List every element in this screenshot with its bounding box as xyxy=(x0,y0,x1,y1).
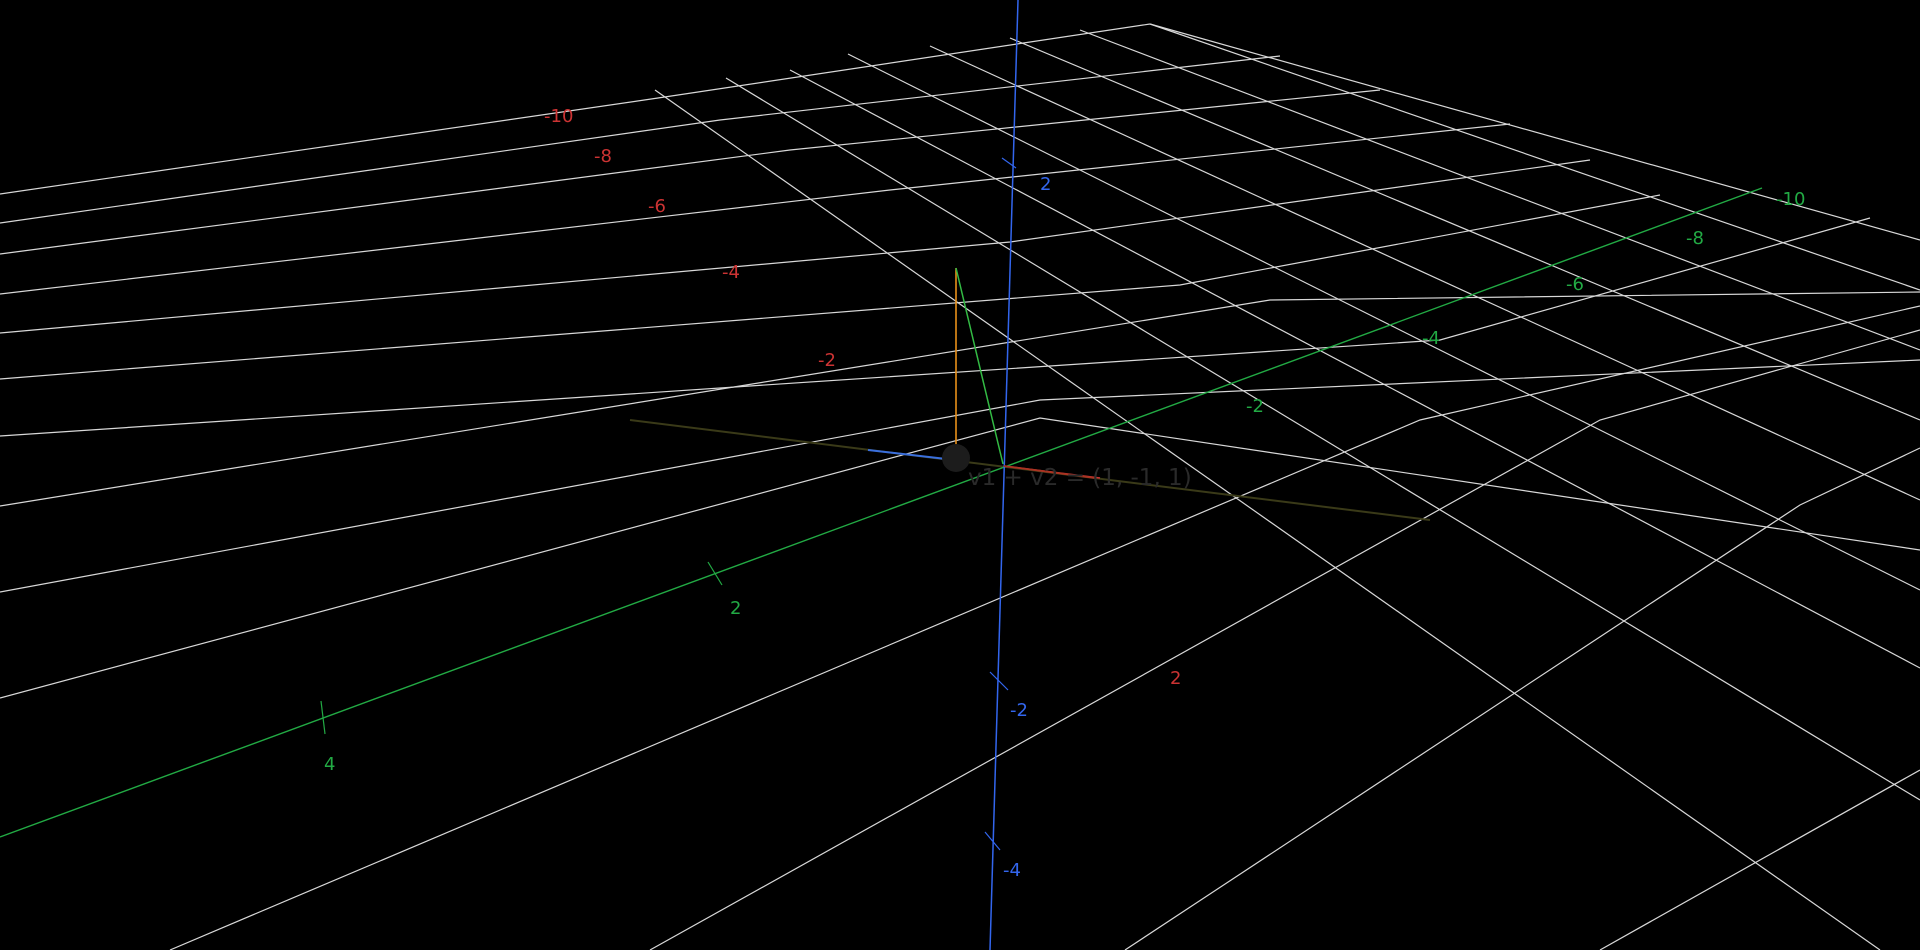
grid-line xyxy=(0,291,1920,507)
z-tick-label: 2 xyxy=(1040,174,1051,195)
x-tick-label: -4 xyxy=(722,262,740,283)
grid-line xyxy=(0,159,1591,334)
y-axis-tick xyxy=(707,561,723,586)
ground-grid xyxy=(0,23,1920,950)
grid-line xyxy=(0,23,1151,195)
grid-line xyxy=(725,77,1920,801)
grid-line xyxy=(0,217,1871,437)
z-tick-label: -4 xyxy=(1003,860,1021,881)
grid-line xyxy=(0,55,1281,224)
y-tick-label: -4 xyxy=(1422,328,1440,349)
y-tick-label: -6 xyxy=(1566,274,1584,295)
y-tick-label: 4 xyxy=(324,754,335,775)
grid-line xyxy=(1149,23,1920,291)
grid-line xyxy=(789,69,1920,669)
origin-marker[interactable] xyxy=(942,444,970,472)
vector-y-component xyxy=(867,449,956,461)
grid-line xyxy=(654,89,1881,950)
grid-line xyxy=(929,45,1920,501)
grid-line xyxy=(169,305,1920,950)
ground-grid-depth xyxy=(654,23,1920,950)
x-tick-label: 2 xyxy=(1170,668,1181,689)
y-tick-label: -8 xyxy=(1686,228,1704,249)
z-tick-label: -2 xyxy=(1010,700,1028,721)
grid-line xyxy=(0,359,1920,593)
y-axis-line xyxy=(0,187,1763,838)
x-tick-label: -6 xyxy=(648,196,666,217)
y-tick-label: -2 xyxy=(1246,396,1264,417)
x-tick-label: -2 xyxy=(818,350,836,371)
z-axis-tick xyxy=(989,671,1009,691)
grid-line xyxy=(1599,769,1920,950)
y-tick-label: -10 xyxy=(1776,189,1805,210)
3d-viewport[interactable]: v1 + v2 = (1, -1, 1) -10 -8 -6 -4 -2 2 -… xyxy=(0,0,1920,950)
grid-line xyxy=(649,329,1920,950)
3d-scene: v1 + v2 = (1, -1, 1) -10 -8 -6 -4 -2 2 -… xyxy=(0,0,1920,950)
grid-line xyxy=(0,123,1511,295)
y-axis xyxy=(0,187,1763,838)
x-tick-label: -8 xyxy=(594,146,612,167)
x-tick-label: -10 xyxy=(544,106,573,127)
vector-sum-label: v1 + v2 = (1, -1, 1) xyxy=(968,465,1192,491)
y-tick-label: 2 xyxy=(730,598,741,619)
